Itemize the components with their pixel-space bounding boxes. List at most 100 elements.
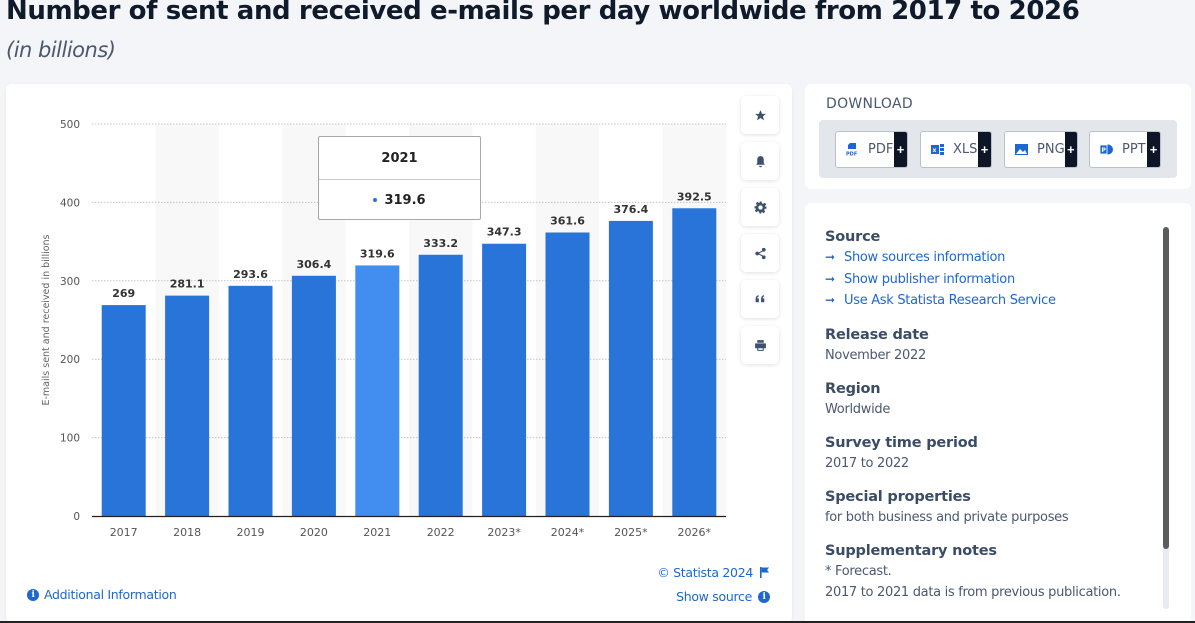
x-tick-label: 2024*	[551, 526, 585, 539]
release-date-value: November 2022	[825, 347, 926, 363]
y-tick-label: 0	[73, 511, 80, 523]
arrow-right-icon: ➞	[825, 293, 835, 307]
source-heading: Source	[825, 229, 881, 245]
source-section: Source ➞ Show sources information ➞ Show p…	[825, 227, 1155, 312]
plus-icon: +	[978, 132, 991, 167]
arrow-right-icon: ➞	[825, 271, 835, 286]
notification-button[interactable]	[741, 142, 779, 180]
y-axis-title: E-mails sent and received in billions	[41, 234, 52, 405]
region-value: Worldwide	[825, 401, 891, 417]
release-date-section: Release date November 2022	[825, 325, 1155, 366]
release-date-heading: Release date	[825, 326, 929, 343]
download-png-label: PNG	[1037, 142, 1065, 157]
data-label: 376.4	[614, 203, 649, 216]
x-tick-label: 2021	[363, 526, 391, 539]
info-icon: i	[758, 590, 770, 603]
ppt-icon: P	[1100, 143, 1113, 156]
svg-text:PDF: PDF	[846, 152, 857, 157]
scrollbar-thumb[interactable]	[1163, 227, 1169, 549]
link-label: Show publisher information	[844, 271, 1015, 287]
bar	[418, 254, 463, 517]
download-ppt-label: PPT	[1122, 142, 1146, 157]
additional-information-label: Additional Information	[44, 587, 177, 602]
bar	[291, 275, 336, 516]
bar	[672, 208, 717, 516]
plus-icon: +	[894, 132, 907, 167]
x-tick-label: 2022	[427, 526, 455, 539]
show-source-label: Show source	[676, 589, 752, 604]
pdf-icon: PDF	[846, 143, 859, 156]
link-label: Show sources information	[844, 250, 1006, 265]
svg-text:x: x	[933, 147, 937, 154]
favorite-button[interactable]	[741, 96, 779, 134]
bar	[482, 243, 527, 516]
copyright-label: © Statista 2024	[657, 565, 753, 580]
info-icon: i	[27, 588, 39, 601]
chart-toolbar	[741, 96, 781, 372]
share-button[interactable]	[741, 234, 779, 272]
show-publisher-link[interactable]: ➞ Show publisher information	[825, 269, 1155, 291]
chart-card: 0 100 200 300 400 500 E-mails sent and receive…	[6, 84, 792, 623]
data-label: 306.4	[297, 258, 332, 271]
arrow-right-icon: ➞	[825, 250, 835, 264]
download-xls-button[interactable]: x XLS +	[920, 131, 992, 168]
y-tick-label: 300	[60, 276, 80, 288]
page-subtitle: (in billions)	[6, 38, 116, 62]
x-tick-label: 2018	[173, 526, 201, 539]
x-tick-label: 2020	[300, 526, 328, 539]
supplementary-notes-section: Supplementary notes * Forecast. 2017 to …	[825, 541, 1155, 603]
survey-period-value: 2017 to 2022	[825, 455, 909, 471]
download-pdf-button[interactable]: PDF PDF +	[835, 131, 908, 168]
survey-period-section: Survey time period 2017 to 2022	[825, 433, 1155, 474]
data-label: 392.5	[677, 190, 712, 203]
additional-information-link[interactable]: i Additional Information	[27, 587, 177, 602]
details-scrollbar[interactable]	[1163, 227, 1169, 609]
xls-icon: x	[931, 143, 944, 156]
show-sources-link[interactable]: ➞ Show sources information	[825, 247, 1155, 269]
region-section: Region Worldwide	[825, 379, 1155, 420]
region-heading: Region	[825, 380, 881, 397]
statistic-details-panel: Source ➞ Show sources information ➞ Show p…	[805, 203, 1191, 623]
settings-button[interactable]	[741, 188, 779, 226]
y-tick-label: 100	[60, 433, 80, 445]
data-label: 281.1	[170, 278, 205, 291]
print-button[interactable]	[741, 326, 779, 364]
y-tick-label: 400	[60, 197, 80, 209]
x-tick-label: 2017	[110, 526, 138, 539]
show-source-link[interactable]: Show source i	[676, 589, 770, 604]
download-options: PDF PDF + x XLS + PNG + P PPT +	[819, 120, 1177, 178]
data-label: 361.6	[550, 215, 585, 228]
tooltip-value: 319.6	[384, 192, 426, 208]
bar	[165, 295, 210, 516]
details-content: Source ➞ Show sources information ➞ Show p…	[825, 227, 1155, 616]
bar	[101, 305, 146, 516]
printer-icon	[754, 339, 766, 351]
download-title: DOWNLOAD	[826, 96, 913, 112]
page-title: Number of sent and received e-mails per …	[6, 0, 1080, 26]
svg-text:P: P	[1102, 147, 1107, 154]
flag-icon	[760, 567, 770, 578]
tooltip-value-row: 319.6	[319, 180, 480, 220]
download-ppt-button[interactable]: P PPT +	[1089, 131, 1161, 168]
x-tick-label: 2023*	[487, 526, 521, 539]
y-tick-label: 200	[60, 354, 80, 366]
download-panel: DOWNLOAD PDF PDF + x XLS + PNG + P PPT +	[805, 84, 1191, 189]
data-label: 269	[112, 287, 135, 300]
bar	[228, 285, 273, 516]
data-label: 347.3	[487, 226, 522, 239]
y-tick-label: 500	[60, 119, 80, 131]
download-pdf-label: PDF	[868, 142, 894, 157]
ask-statista-link[interactable]: ➞ Use Ask Statista Research Service	[825, 290, 1155, 312]
special-properties-heading: Special properties	[825, 488, 971, 505]
supplementary-note: * Forecast.	[825, 563, 892, 579]
supplementary-notes-heading: Supplementary notes	[825, 542, 997, 559]
download-png-button[interactable]: PNG +	[1004, 131, 1078, 168]
chart-tooltip: 2021 319.6	[318, 136, 481, 220]
data-label: 293.6	[233, 268, 268, 281]
statista-copyright-link[interactable]: © Statista 2024	[657, 565, 770, 580]
cite-button[interactable]	[741, 280, 779, 318]
bar	[355, 265, 400, 516]
star-icon	[754, 109, 766, 120]
bar	[608, 220, 653, 516]
data-label: 319.6	[360, 247, 395, 260]
